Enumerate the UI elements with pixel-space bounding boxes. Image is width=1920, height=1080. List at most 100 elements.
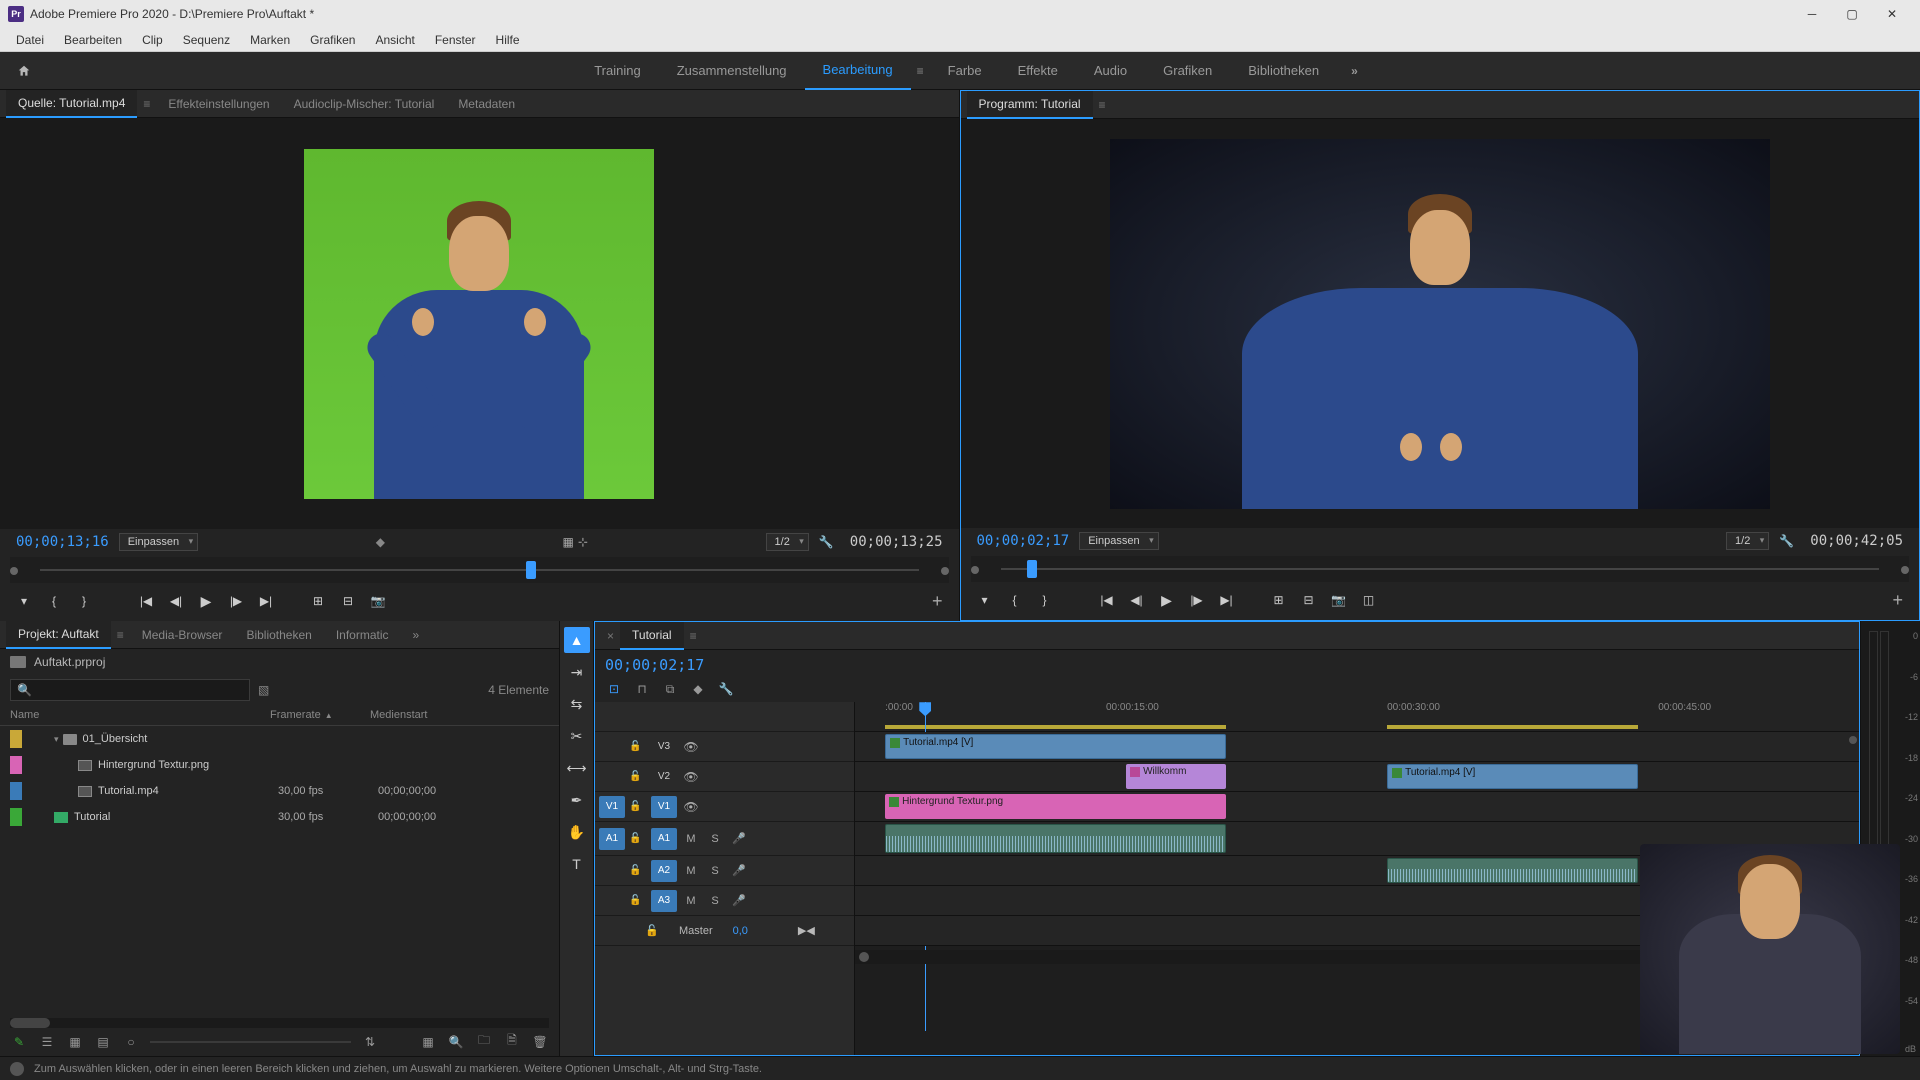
track-header-a1[interactable]: A1 🔓 A1 M S 🎤: [595, 822, 854, 856]
lift-icon[interactable]: ⊞: [1265, 588, 1293, 612]
project-row-video[interactable]: Tutorial.mp4 30,00 fps 00;00;00;00: [0, 778, 559, 804]
menu-marken[interactable]: Marken: [240, 33, 300, 47]
source-scrubber[interactable]: [10, 557, 949, 583]
ripple-edit-tool-icon[interactable]: ⇆: [564, 691, 590, 717]
track-target-v2[interactable]: V2: [651, 766, 677, 788]
source-zoom-select[interactable]: 1/2: [766, 533, 809, 551]
slip-tool-icon[interactable]: ⟷: [564, 755, 590, 781]
filter-bin-icon[interactable]: ▧: [258, 683, 269, 697]
program-go-to-in-icon[interactable]: |◀: [1093, 588, 1121, 612]
export-frame-icon[interactable]: 📷: [364, 589, 392, 613]
program-timecode-current[interactable]: 00;00;02;17: [971, 533, 1076, 549]
play-stop-icon[interactable]: ▶◀: [798, 924, 815, 937]
go-to-out-icon[interactable]: ▶|: [252, 589, 280, 613]
delete-icon[interactable]: 🗑: [531, 1034, 549, 1050]
clip-audio-a2[interactable]: [1387, 858, 1638, 883]
program-add-marker-icon[interactable]: ▾: [971, 588, 999, 612]
track-header-master[interactable]: 🔓 Master 0,0 ▶◀: [595, 916, 854, 946]
list-view-icon[interactable]: ☰: [38, 1034, 56, 1050]
voiceover-icon[interactable]: 🎤: [729, 892, 749, 910]
master-value[interactable]: 0,0: [733, 925, 748, 937]
program-scrubber[interactable]: [971, 556, 1910, 582]
timeline-timecode[interactable]: 00;00;02;17: [605, 656, 704, 674]
program-fit-select[interactable]: Einpassen: [1079, 532, 1158, 550]
workspace-effekte[interactable]: Effekte: [1000, 52, 1076, 90]
track-target-a1[interactable]: A1: [651, 828, 677, 850]
project-tab-bibliotheken[interactable]: Bibliotheken: [234, 621, 323, 649]
voiceover-icon[interactable]: 🎤: [729, 862, 749, 880]
workspace-farbe[interactable]: Farbe: [930, 52, 1000, 90]
new-bin-icon[interactable]: 🗀: [475, 1034, 493, 1050]
extract-icon[interactable]: ⊟: [1295, 588, 1323, 612]
program-mark-out-icon[interactable]: }: [1031, 588, 1059, 612]
track-target-a2[interactable]: A2: [651, 860, 677, 882]
mute-icon[interactable]: M: [681, 830, 701, 848]
snap-icon[interactable]: ⊓: [633, 680, 651, 698]
icon-view-icon[interactable]: ▦: [66, 1034, 84, 1050]
overwrite-icon[interactable]: ⊟: [334, 589, 362, 613]
expand-arrow-icon[interactable]: ▾: [54, 734, 59, 745]
linked-selection-icon[interactable]: ⧉: [661, 680, 679, 698]
wrench-icon[interactable]: 🔧: [813, 535, 840, 549]
track-header-a3[interactable]: 🔓 A3 M S 🎤: [595, 886, 854, 916]
track-target-v1[interactable]: V1: [651, 796, 677, 818]
timeline-panel-menu-icon[interactable]: ≡: [684, 629, 703, 643]
drag-video-only-icon[interactable]: ▦: [563, 535, 574, 549]
selection-tool-icon[interactable]: ▲: [564, 627, 590, 653]
project-tab-media-browser[interactable]: Media-Browser: [130, 621, 235, 649]
program-button-editor-plus-icon[interactable]: +: [1886, 590, 1909, 611]
source-tab-audiomischer[interactable]: Audioclip-Mischer: Tutorial: [282, 90, 447, 118]
timeline-settings-icon[interactable]: 🔧: [717, 680, 735, 698]
menu-datei[interactable]: Datei: [6, 33, 54, 47]
hand-tool-icon[interactable]: ✋: [564, 819, 590, 845]
track-target-a3[interactable]: A3: [651, 890, 677, 912]
sort-icon[interactable]: ⇅: [361, 1034, 379, 1050]
pen-tool-icon[interactable]: ✒: [564, 787, 590, 813]
home-icon[interactable]: [10, 57, 38, 85]
clip-hintergrund[interactable]: Hintergrund Textur.png: [885, 794, 1226, 819]
program-play-icon[interactable]: ▶: [1153, 588, 1181, 612]
lock-icon[interactable]: 🔓: [629, 741, 647, 752]
column-medienstart[interactable]: Medienstart: [370, 709, 549, 721]
zoom-slider-handle-icon[interactable]: ○: [122, 1034, 140, 1050]
toggle-output-icon[interactable]: 👁: [681, 738, 701, 756]
project-row-image[interactable]: Hintergrund Textur.png: [0, 752, 559, 778]
program-export-frame-icon[interactable]: 📷: [1325, 588, 1353, 612]
track-header-a2[interactable]: 🔓 A2 M S 🎤: [595, 856, 854, 886]
column-name[interactable]: Name: [10, 709, 270, 721]
solo-icon[interactable]: S: [705, 862, 725, 880]
mute-icon[interactable]: M: [681, 862, 701, 880]
lock-icon[interactable]: 🔓: [629, 833, 647, 844]
workspace-grafiken[interactable]: Grafiken: [1145, 52, 1230, 90]
new-item-icon[interactable]: 🗎: [503, 1034, 521, 1050]
track-header-v1[interactable]: V1 🔓 V1 👁: [595, 792, 854, 822]
auto-match-seq-icon[interactable]: ▦: [419, 1034, 437, 1050]
source-fit-select[interactable]: Einpassen: [119, 533, 198, 551]
track-target-v3[interactable]: V3: [651, 736, 677, 758]
go-to-in-icon[interactable]: |◀: [132, 589, 160, 613]
track-select-tool-icon[interactable]: ⇥: [564, 659, 590, 685]
minimize-button[interactable]: ─: [1792, 0, 1832, 28]
source-timecode-current[interactable]: 00;00;13;16: [10, 534, 115, 550]
drag-audio-only-icon[interactable]: ⊹: [578, 535, 588, 549]
source-patch-a1[interactable]: A1: [599, 828, 625, 850]
track-header-v2[interactable]: 🔓 V2 👁: [595, 762, 854, 792]
program-step-back-icon[interactable]: ◀|: [1123, 588, 1151, 612]
project-row-sequence[interactable]: Tutorial 30,00 fps 00;00;00;00: [0, 804, 559, 830]
project-search-input[interactable]: 🔍: [10, 679, 250, 701]
toggle-output-icon[interactable]: 👁: [681, 768, 701, 786]
menu-ansicht[interactable]: Ansicht: [365, 33, 424, 47]
menu-grafiken[interactable]: Grafiken: [300, 33, 365, 47]
source-panel-menu-icon[interactable]: ≡: [137, 97, 156, 111]
timeline-ruler[interactable]: :00:00 00:00:15:00 00:00:30:00 00:00:45:…: [855, 702, 1859, 732]
workspace-bearbeitung[interactable]: Bearbeitung: [805, 52, 911, 90]
nest-toggle-icon[interactable]: ⊡: [605, 680, 623, 698]
program-monitor[interactable]: [961, 119, 1920, 528]
menu-sequenz[interactable]: Sequenz: [173, 33, 240, 47]
program-mark-in-icon[interactable]: {: [1001, 588, 1029, 612]
clip-willkommen[interactable]: Willkomm: [1126, 764, 1226, 789]
project-tab-overflow-icon[interactable]: »: [401, 621, 432, 649]
close-button[interactable]: ✕: [1872, 0, 1912, 28]
program-panel-menu-icon[interactable]: ≡: [1093, 98, 1112, 112]
workspace-training[interactable]: Training: [576, 52, 658, 90]
